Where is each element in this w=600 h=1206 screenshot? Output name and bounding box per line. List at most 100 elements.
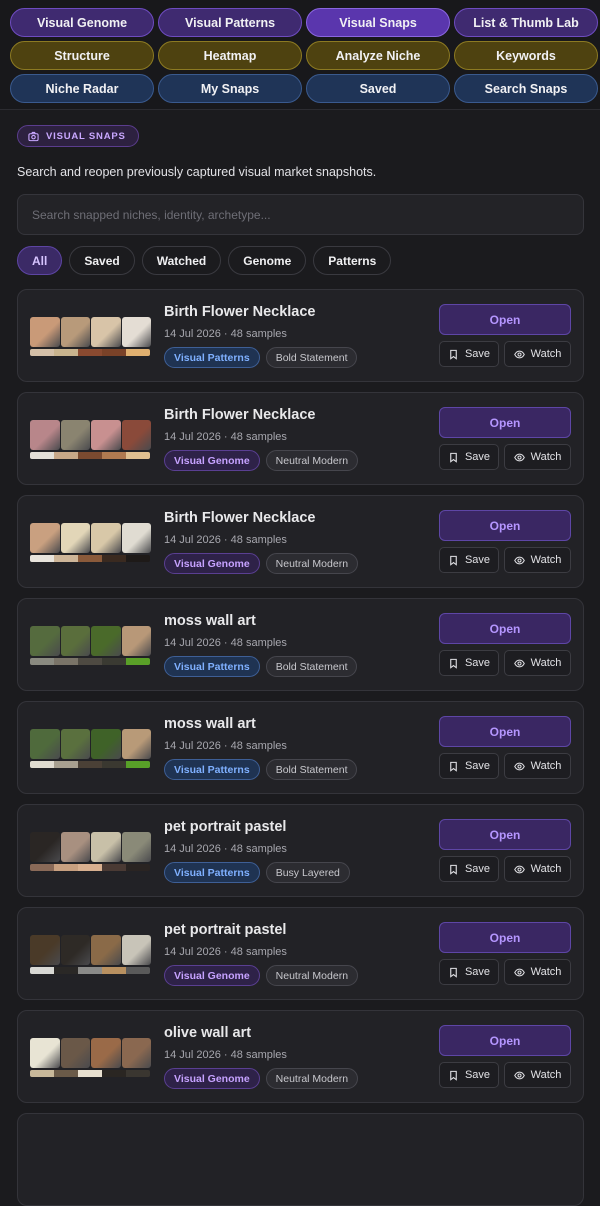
search-input[interactable] xyxy=(18,195,583,234)
open-button[interactable]: Open xyxy=(439,922,571,953)
nav-keywords-button[interactable]: Keywords xyxy=(454,41,598,70)
palette-swatch xyxy=(54,452,78,459)
thumbnail-image xyxy=(91,1038,121,1068)
nav-visual-patterns-button[interactable]: Visual Patterns xyxy=(158,8,302,37)
filter-chips: All Saved Watched Genome Patterns xyxy=(17,246,392,275)
palette-swatch xyxy=(126,658,150,665)
open-button[interactable]: Open xyxy=(439,716,571,747)
palette-swatch xyxy=(126,452,150,459)
watch-button[interactable]: Watch xyxy=(504,444,571,470)
thumbnail-strip xyxy=(30,832,151,862)
palette-swatch xyxy=(126,349,150,356)
bookmark-icon xyxy=(450,555,457,566)
bookmark-icon xyxy=(450,967,457,978)
watch-button[interactable]: Watch xyxy=(504,341,571,367)
style-badge: Bold Statement xyxy=(265,759,358,780)
thumbnail-image xyxy=(121,935,151,965)
save-label: Save xyxy=(464,554,491,566)
snap-tags: Visual Patterns Busy Layered xyxy=(164,862,350,883)
watch-button[interactable]: Watch xyxy=(504,753,571,779)
snap-tags: Visual Patterns Bold Statement xyxy=(164,347,358,368)
thumbnail-image xyxy=(60,626,90,656)
color-palette-bar xyxy=(30,658,150,665)
save-button[interactable]: Save xyxy=(439,959,499,985)
save-button[interactable]: Save xyxy=(439,753,499,779)
palette-swatch xyxy=(30,349,54,356)
watch-button[interactable]: Watch xyxy=(504,547,571,573)
palette-swatch xyxy=(126,967,150,974)
nav-visual-snaps-button[interactable]: Visual Snaps xyxy=(306,8,450,37)
open-button[interactable]: Open xyxy=(439,613,571,644)
color-palette-bar xyxy=(30,349,150,356)
palette-swatch xyxy=(102,761,126,768)
palette-swatch xyxy=(54,1070,78,1077)
filter-watched-chip[interactable]: Watched xyxy=(141,246,222,275)
nav-visual-genome-button[interactable]: Visual Genome xyxy=(10,8,154,37)
filter-all-chip[interactable]: All xyxy=(17,246,63,275)
snap-title: Birth Flower Necklace xyxy=(164,407,316,423)
filter-saved-chip[interactable]: Saved xyxy=(69,246,135,275)
palette-swatch xyxy=(78,967,102,974)
save-button[interactable]: Save xyxy=(439,650,499,676)
thumbnail-image xyxy=(121,626,151,656)
thumbnail-image xyxy=(60,729,90,759)
thumbnail-image xyxy=(60,935,90,965)
style-badge: Neutral Modern xyxy=(265,965,359,986)
thumbnail-image xyxy=(121,1038,151,1068)
top-navigation: Visual Genome Visual Patterns Visual Snaps… xyxy=(0,0,600,110)
thumbnail-image xyxy=(91,523,121,553)
snap-title: pet portrait pastel xyxy=(164,922,287,938)
nav-my-snaps-button[interactable]: My Snaps xyxy=(158,74,302,103)
filter-patterns-chip[interactable]: Patterns xyxy=(313,246,392,275)
color-palette-bar xyxy=(30,967,150,974)
palette-swatch xyxy=(126,761,150,768)
nav-heatmap-button[interactable]: Heatmap xyxy=(158,41,302,70)
nav-search-snaps-button[interactable]: Search Snaps xyxy=(454,74,598,103)
thumbnail-image xyxy=(121,420,151,450)
thumbnail-image xyxy=(30,832,60,862)
open-button[interactable]: Open xyxy=(439,407,571,438)
style-badge: Neutral Modern xyxy=(265,1068,359,1089)
watch-button[interactable]: Watch xyxy=(504,1062,571,1088)
open-button[interactable]: Open xyxy=(439,510,571,541)
open-button[interactable]: Open xyxy=(439,1025,571,1056)
bookmark-icon xyxy=(450,761,457,772)
watch-button[interactable]: Watch xyxy=(504,650,571,676)
snap-card: olive wall art 14 Jul 2026 · 48 samples Vi… xyxy=(17,1010,584,1103)
source-badge: Visual Patterns xyxy=(164,759,260,780)
palette-swatch xyxy=(102,967,126,974)
save-button[interactable]: Save xyxy=(439,547,499,573)
palette-swatch xyxy=(54,967,78,974)
save-button[interactable]: Save xyxy=(439,1062,499,1088)
watch-label: Watch xyxy=(530,348,562,360)
nav-analyze-niche-button[interactable]: Analyze Niche xyxy=(306,41,450,70)
palette-swatch xyxy=(54,864,78,871)
watch-button[interactable]: Watch xyxy=(504,856,571,882)
snap-meta: 14 Jul 2026 · 48 samples xyxy=(164,637,287,649)
nav-structure-button[interactable]: Structure xyxy=(10,41,154,70)
snap-meta: 14 Jul 2026 · 48 samples xyxy=(164,946,287,958)
watch-label: Watch xyxy=(530,966,562,978)
filter-genome-chip[interactable]: Genome xyxy=(228,246,307,275)
save-label: Save xyxy=(464,657,491,669)
watch-button[interactable]: Watch xyxy=(504,959,571,985)
save-button[interactable]: Save xyxy=(439,444,499,470)
open-button[interactable]: Open xyxy=(439,819,571,850)
palette-swatch xyxy=(30,967,54,974)
save-button[interactable]: Save xyxy=(439,341,499,367)
source-badge: Visual Genome xyxy=(164,1068,260,1089)
nav-niche-radar-button[interactable]: Niche Radar xyxy=(10,74,154,103)
watch-label: Watch xyxy=(530,451,562,463)
snap-meta: 14 Jul 2026 · 48 samples xyxy=(164,1049,287,1061)
thumbnail-strip xyxy=(30,317,151,347)
thumbnail-image xyxy=(121,523,151,553)
source-badge: Visual Patterns xyxy=(164,862,260,883)
thumbnail-image xyxy=(91,832,121,862)
nav-list-and-thumb-lab-button[interactable]: List & Thumb Lab xyxy=(454,8,598,37)
save-button[interactable]: Save xyxy=(439,856,499,882)
page-subtitle: Search and reopen previously captured vi… xyxy=(17,165,377,179)
snap-tags: Visual Genome Neutral Modern xyxy=(164,965,359,986)
snap-title: moss wall art xyxy=(164,613,256,629)
nav-saved-button[interactable]: Saved xyxy=(306,74,450,103)
open-button[interactable]: Open xyxy=(439,304,571,335)
